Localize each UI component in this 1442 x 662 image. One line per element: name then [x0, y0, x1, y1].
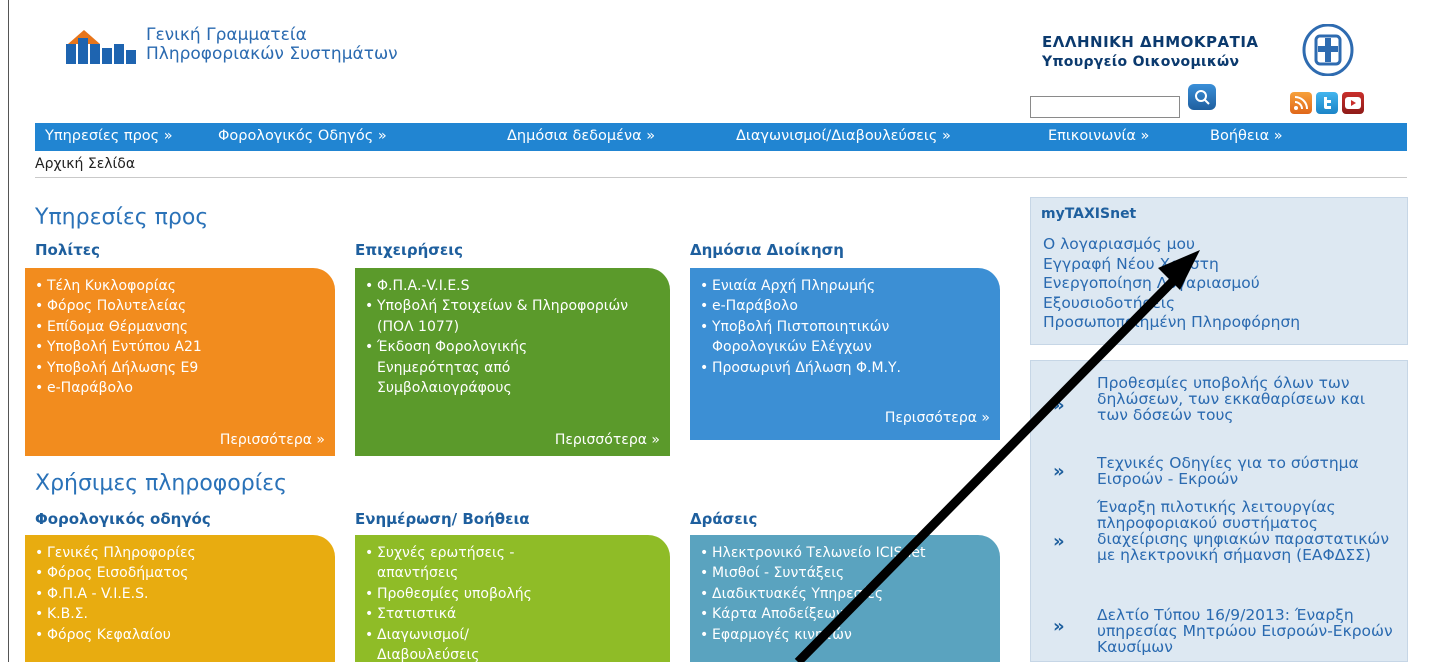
list-item[interactable]: Στατιστικά [365, 604, 560, 625]
republic-title: ΕΛΛΗΝΙΚΗ ΔΗΜΟΚΡΑΤΙΑ Υπουργείο Οικονομικώ… [1042, 33, 1259, 70]
news-panel: » Προθεσμίες υποβολής όλων των δηλώσεων,… [1030, 360, 1408, 662]
more-link[interactable]: Περισσότερα » [555, 430, 660, 450]
col-title-businesses[interactable]: Επιχειρήσεις [355, 241, 463, 259]
help-box: Συχνές ερωτήσεις - απαντήσεις Προθεσμίες… [355, 535, 670, 662]
rss-icon[interactable] [1290, 92, 1312, 114]
nav-contact[interactable]: Επικοινωνία » [1048, 128, 1149, 144]
list-item[interactable]: Μισθοί - Συντάξεις [700, 563, 940, 584]
mytaxisnet-link-authorizations[interactable]: Εξουσιοδοτήσεις [1043, 294, 1300, 314]
list-item[interactable]: Υποβολή Δήλωσης Ε9 [35, 358, 329, 379]
nav-help[interactable]: Βοήθεια » [1210, 128, 1283, 144]
news-item[interactable]: Τεχνικές Οδηγίες για το σύστημα Εισροών … [1097, 455, 1397, 487]
list-item[interactable]: Συχνές ερωτήσεις - απαντήσεις [365, 543, 560, 584]
info-title: Χρήσιμες πληροφορίες [35, 471, 287, 496]
list-item[interactable]: Επίδομα Θέρμανσης [35, 317, 329, 338]
public-admin-box: Ενιαία Αρχή Πληρωμής e-Παράβολο Υποβολή … [690, 268, 1000, 440]
list-item[interactable]: Φόρος Εισοδήματος [35, 563, 329, 584]
list-item[interactable]: Προθεσμίες υποβολής [365, 584, 560, 605]
nav-tax-guide[interactable]: Φορολογικός Οδηγός » [218, 128, 387, 144]
list-item[interactable]: Φόρος Πολυτελείας [35, 296, 329, 317]
col-title-public-admin[interactable]: Δημόσια Διοίκηση [690, 241, 844, 259]
list-item[interactable]: Ενιαία Αρχή Πληρωμής [700, 276, 970, 297]
tax-guide-box: Γενικές Πληροφορίες Φόρος Εισοδήματος Φ.… [25, 535, 335, 662]
mytaxisnet-link-activate[interactable]: Ενεργοποίηση Λογαριασμού [1043, 274, 1300, 294]
left-border [8, 0, 9, 662]
ministry-line: Υπουργείο Οικονομικών [1042, 54, 1240, 70]
list-item[interactable]: Εφαρμογές κινητών [700, 625, 940, 646]
mytaxisnet-link-account[interactable]: Ο λογαριασμός μου [1043, 235, 1300, 255]
col-title-tax-guide[interactable]: Φορολογικός οδηγός [35, 510, 211, 528]
list-item[interactable]: Φ.Π.Α.-V.I.E.S [365, 276, 630, 297]
news-item[interactable]: Δελτίο Τύπου 16/9/2013: Έναρξη υπηρεσίας… [1097, 607, 1397, 655]
main-navbar: Υπηρεσίες προς » Φορολογικός Οδηγός » Δη… [35, 123, 1407, 151]
more-link[interactable]: Περισσότερα » [885, 408, 990, 428]
citizens-box: Τέλη Κυκλοφορίας Φόρος Πολυτελείας Επίδο… [25, 268, 335, 456]
org-name: Γενική Γραμματεία Πληροφοριακών Συστημάτ… [146, 26, 398, 64]
list-item[interactable]: Φόρος Κεφαλαίου [35, 625, 329, 646]
youtube-icon[interactable] [1342, 92, 1364, 114]
org-name-line1: Γενική Γραμματεία [146, 25, 307, 45]
logo-icon[interactable] [60, 22, 138, 66]
chevron-right-icon: » [1053, 395, 1065, 416]
chevron-right-icon: » [1053, 616, 1065, 637]
chevron-right-icon: » [1053, 531, 1065, 552]
nav-public-data[interactable]: Δημόσια δεδομένα » [507, 128, 655, 144]
breadcrumb[interactable]: Αρχική Σελίδα [35, 156, 135, 172]
search-input[interactable] [1030, 96, 1180, 118]
list-item[interactable]: Διαγωνισμοί/ Διαβουλεύσεις [365, 625, 560, 662]
news-item[interactable]: Έναρξη πιλοτικής λειτουργίας πληροφοριακ… [1097, 499, 1397, 563]
list-item[interactable]: Κάρτα Αποδείξεων [700, 604, 940, 625]
list-item[interactable]: Κ.Β.Σ. [35, 604, 329, 625]
list-item[interactable]: e-Παράβολο [700, 296, 970, 317]
col-title-help[interactable]: Ενημέρωση/ Βοήθεια [355, 510, 530, 528]
list-item[interactable]: Υποβολή Στοιχείων & Πληροφοριών (ΠΟΛ 107… [365, 296, 630, 337]
mytaxisnet-link-personalized[interactable]: Προσωποποιημένη Πληροφόρηση [1043, 313, 1300, 333]
col-title-citizens[interactable]: Πολίτες [35, 241, 100, 259]
more-link[interactable]: Περισσότερα » [220, 430, 325, 450]
list-item[interactable]: Διαδικτυακές Υπηρεσίες [700, 584, 940, 605]
services-title: Υπηρεσίες προς [35, 205, 209, 230]
col-title-actions[interactable]: Δράσεις [690, 510, 757, 528]
list-item[interactable]: Γενικές Πληροφορίες [35, 543, 329, 564]
list-item[interactable]: Υποβολή Πιστοποιητικών Φορολογικών Ελέγχ… [700, 317, 970, 358]
divider [35, 177, 1407, 178]
list-item[interactable]: Ηλεκτρονικό Τελωνείο ICISnet [700, 543, 940, 564]
mytaxisnet-title[interactable]: myTAXISnet [1041, 206, 1136, 222]
actions-box: Ηλεκτρονικό Τελωνείο ICISnet Μισθοί - Συ… [690, 535, 1000, 662]
org-name-line2: Πληροφοριακών Συστημάτων [146, 44, 398, 64]
search-icon[interactable] [1188, 84, 1216, 110]
news-item[interactable]: Προθεσμίες υποβολής όλων των δηλώσεων, τ… [1097, 375, 1397, 423]
list-item[interactable]: e-Παράβολο [35, 378, 329, 399]
mytaxisnet-link-register[interactable]: Εγγραφή Νέου Χρήστη [1043, 255, 1300, 275]
list-item[interactable]: Έκδοση Φορολογικής Ενημερότητας από Συμβ… [365, 337, 630, 398]
list-item[interactable]: Προσωρινή Δήλωση Φ.Μ.Υ. [700, 358, 970, 379]
twitter-icon[interactable] [1316, 92, 1338, 114]
republic-line: ΕΛΛΗΝΙΚΗ ΔΗΜΟΚΡΑΤΙΑ [1042, 33, 1259, 51]
mytaxisnet-panel: myTAXISnet Ο λογαριασμός μου Εγγραφή Νέο… [1030, 197, 1408, 345]
businesses-box: Φ.Π.Α.-V.I.E.S Υποβολή Στοιχείων & Πληρο… [355, 268, 670, 456]
nav-tenders[interactable]: Διαγωνισμοί/Διαβουλεύσεις » [736, 128, 951, 144]
emblem-icon [1302, 24, 1354, 76]
nav-services[interactable]: Υπηρεσίες προς » [45, 128, 173, 144]
list-item[interactable]: Φ.Π.Α - V.I.E.S. [35, 584, 329, 605]
chevron-right-icon: » [1053, 461, 1065, 482]
list-item[interactable]: Υποβολή Εντύπου Α21 [35, 337, 329, 358]
list-item[interactable]: Τέλη Κυκλοφορίας [35, 276, 329, 297]
